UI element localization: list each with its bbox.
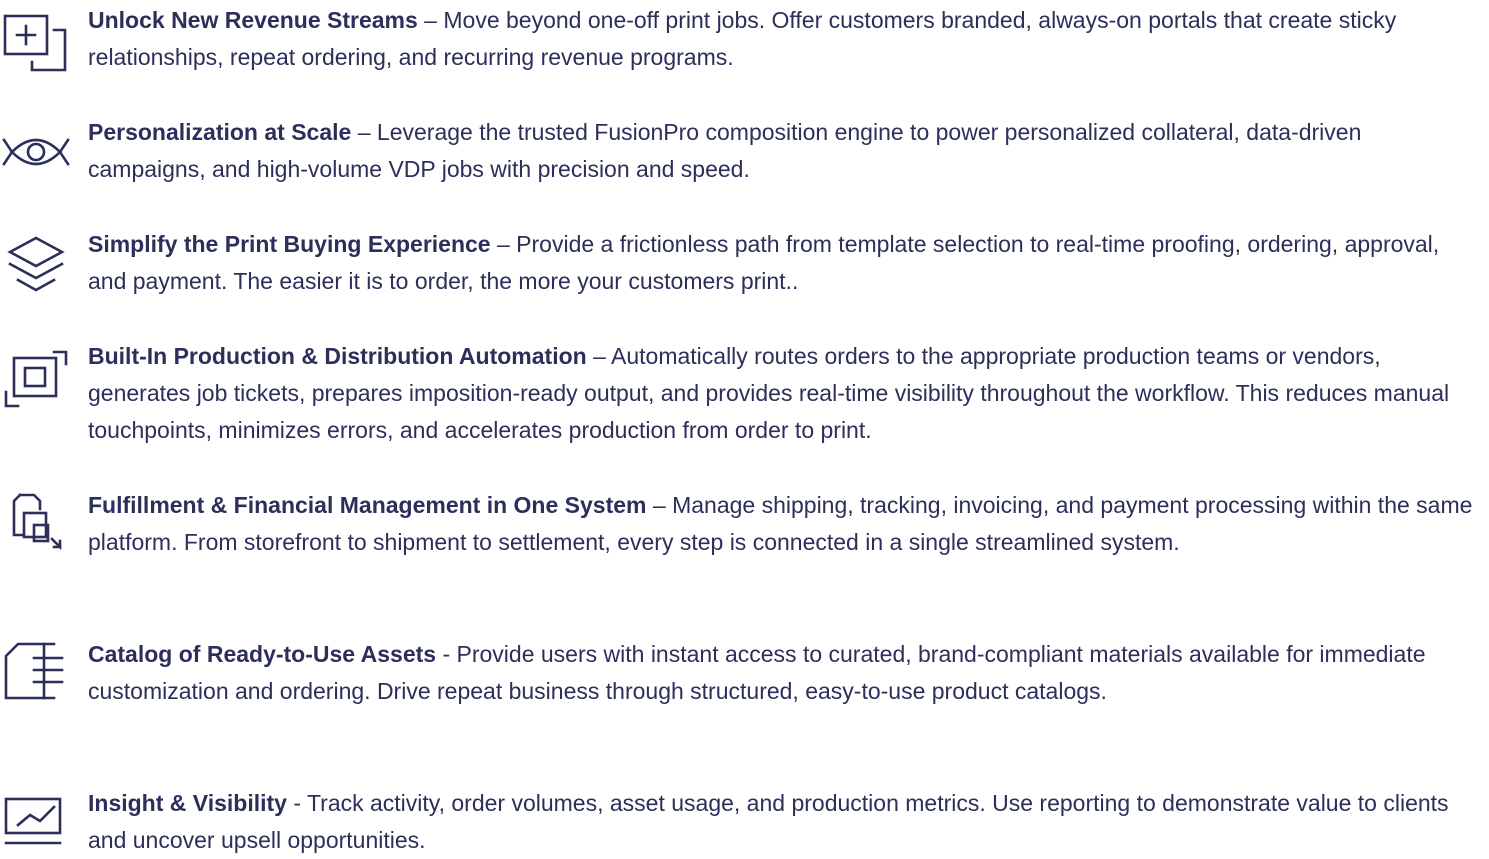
catalog-icon — [0, 638, 72, 702]
feature-text: Unlock New Revenue Streams – Move beyond… — [88, 2, 1483, 76]
feature-title: Fulfillment & Financial Management in On… — [88, 492, 647, 518]
chart-icon — [0, 789, 72, 853]
eye-icon — [0, 124, 72, 188]
layers-icon — [0, 230, 72, 294]
feature-title: Unlock New Revenue Streams — [88, 7, 418, 33]
add-frame-icon — [0, 6, 72, 72]
feature-separator: - — [286, 790, 307, 816]
feature-title: Built-In Production & Distribution Autom… — [88, 343, 587, 369]
feature-title: Insight & Visibility — [88, 790, 287, 816]
feature-separator: – — [586, 343, 612, 369]
feature-separator: – — [490, 231, 517, 257]
feature-title: Simplify the Print Buying Experience — [88, 231, 491, 257]
nested-squares-icon — [0, 344, 72, 408]
feature-text: Catalog of Ready-to-Use Assets - Provide… — [88, 636, 1483, 710]
feature-title: Catalog of Ready-to-Use Assets — [88, 641, 437, 667]
feature-text: Built-In Production & Distribution Autom… — [88, 338, 1483, 449]
feature-title: Personalization at Scale — [88, 119, 352, 145]
feature-text: Insight & Visibility - Track activity, o… — [88, 785, 1483, 859]
feature-separator: – — [351, 119, 377, 145]
documents-icon — [0, 489, 72, 553]
feature-text: Fulfillment & Financial Management in On… — [88, 487, 1483, 561]
feature-separator: - — [436, 641, 457, 667]
feature-text: Personalization at Scale – Leverage the … — [88, 114, 1483, 188]
feature-separator: – — [417, 7, 444, 33]
feature-text: Simplify the Print Buying Experience – P… — [88, 226, 1483, 300]
feature-separator: – — [646, 492, 673, 518]
